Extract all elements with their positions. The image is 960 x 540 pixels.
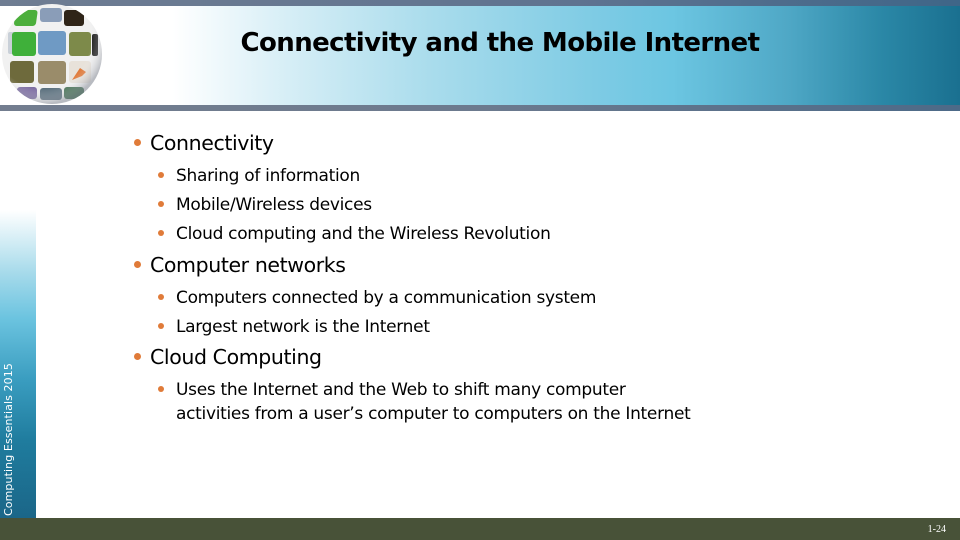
bullet-text: Cloud computing and the Wireless Revolut… — [176, 224, 551, 244]
bullet-icon — [134, 139, 141, 146]
bullet-level1: Connectivity — [134, 131, 274, 155]
slide-title: Connectivity and the Mobile Internet — [240, 28, 760, 58]
bullet-level2: Largest network is the Internet — [158, 315, 430, 339]
bullet-icon — [158, 323, 164, 329]
bullet-level1: Computer networks — [134, 253, 346, 277]
bullet-level2: Cloud computing and the Wireless Revolut… — [158, 222, 551, 246]
side-label: Computing Essentials 2015 — [2, 363, 15, 516]
bullet-text: Largest network is the Internet — [176, 317, 430, 337]
bullet-text: Mobile/Wireless devices — [176, 195, 372, 215]
bullet-level2: Uses the Internet and the Web to shift m… — [158, 378, 692, 426]
bullet-level2: Sharing of information — [158, 164, 360, 188]
bullet-icon — [158, 230, 164, 236]
bullet-icon — [134, 261, 141, 268]
bullet-text: Connectivity — [150, 131, 274, 155]
bullet-text: Uses the Internet and the Web to shift m… — [176, 380, 691, 424]
bullet-level2: Mobile/Wireless devices — [158, 193, 372, 217]
bullet-icon — [134, 353, 141, 360]
bullet-icon — [158, 294, 164, 300]
bullet-text: Computer networks — [150, 253, 346, 277]
bullet-icon — [158, 386, 164, 392]
bullet-icon — [158, 172, 164, 178]
bullet-text: Computers connected by a communication s… — [176, 288, 597, 308]
bullet-level2: Computers connected by a communication s… — [158, 286, 597, 310]
page-number: 1-24 — [927, 524, 946, 535]
bullet-text: Cloud Computing — [150, 345, 322, 369]
bullet-icon — [158, 201, 164, 207]
header-rule — [0, 105, 960, 111]
bullet-level1: Cloud Computing — [134, 345, 322, 369]
globe-logo-icon — [2, 4, 102, 104]
footer-bar — [0, 518, 960, 540]
bullet-text: Sharing of information — [176, 166, 360, 186]
